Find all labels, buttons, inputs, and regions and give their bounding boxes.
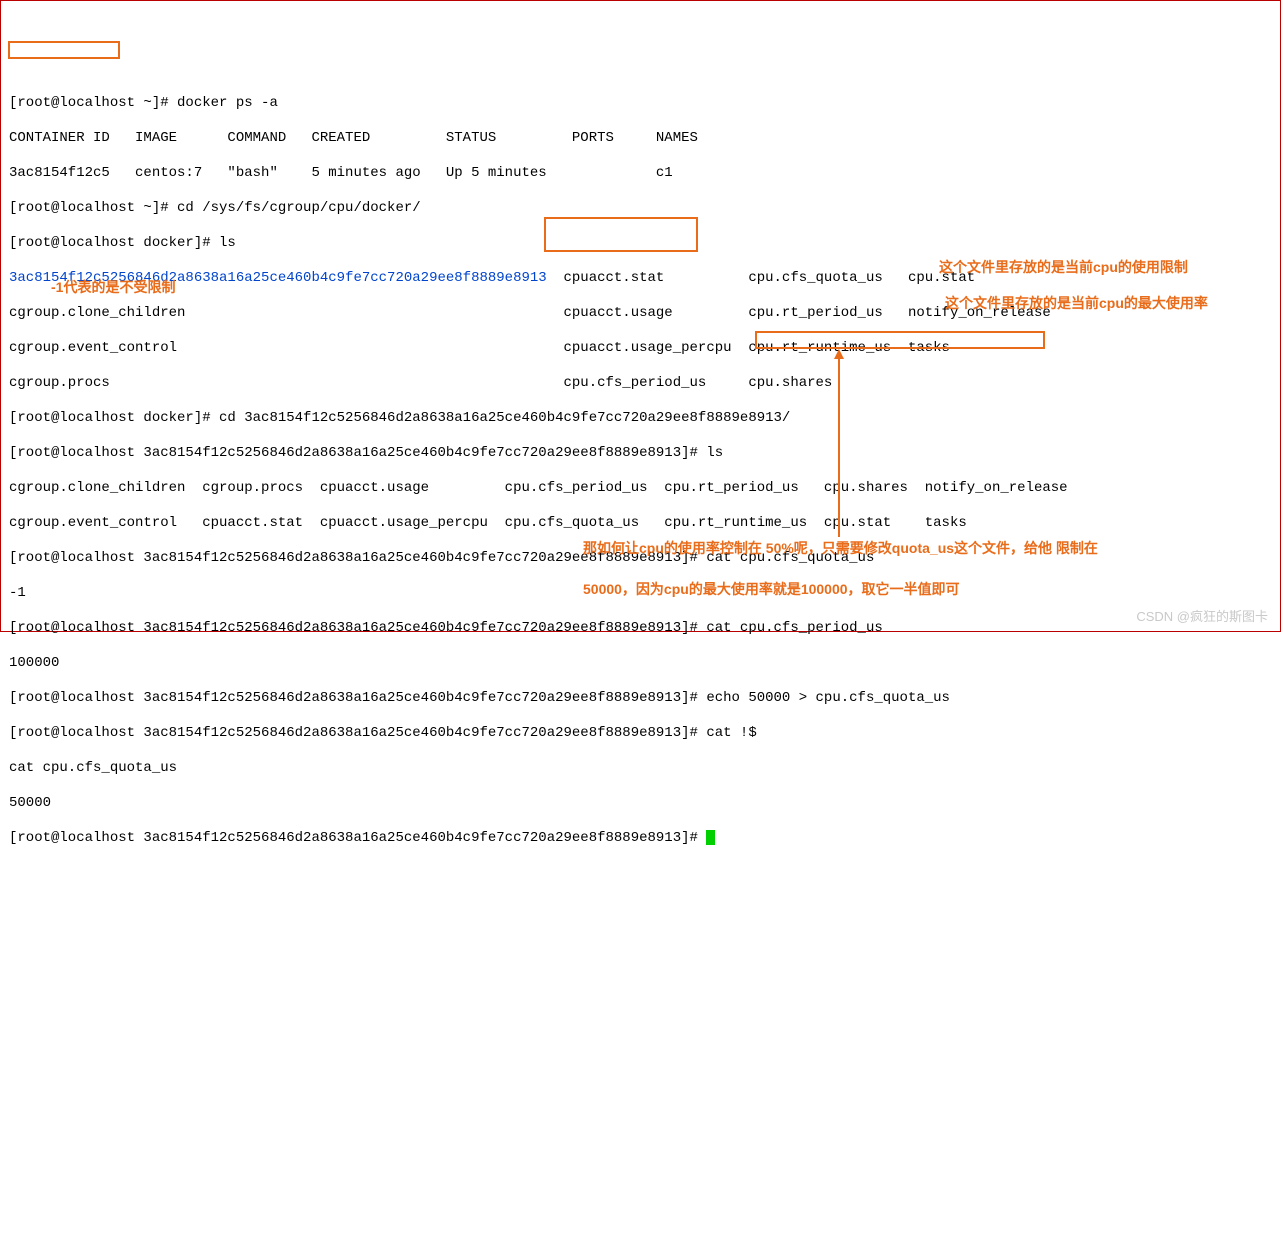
terminal-line: CONTAINER ID IMAGE COMMAND CREATED STATU… xyxy=(9,130,1272,148)
annotation-text: 这个文件里存放的是当前cpu的最大使用率 xyxy=(945,295,1281,313)
arrow-line xyxy=(838,353,840,537)
arrow-head-icon xyxy=(834,349,844,359)
annotation-text: 这个文件里存放的是当前cpu的使用限制 xyxy=(939,259,1279,277)
terminal-line: cgroup.event_control cpuacct.stat cpuacc… xyxy=(9,515,1272,533)
terminal-line: 3ac8154f12c5 centos:7 "bash" 5 minutes a… xyxy=(9,165,1272,183)
terminal-line: [root@localhost 3ac8154f12c5256846d2a863… xyxy=(9,690,1272,708)
terminal-line: cgroup.clone_children cgroup.procs cpuac… xyxy=(9,480,1272,498)
terminal-line: [root@localhost ~]# cd /sys/fs/cgroup/cp… xyxy=(9,200,1272,218)
terminal-line: 100000 xyxy=(9,655,1272,673)
annotation-text: -1代表的是不受限制 xyxy=(51,279,175,297)
terminal-line: [root@localhost ~]# docker ps -a xyxy=(9,95,1272,113)
annotation-text: 那如何让cpu的使用率控制在 50%呢，只需要修改quota_us这个文件，给他… xyxy=(583,540,1281,558)
terminal-line: [root@localhost docker]# cd 3ac8154f12c5… xyxy=(9,410,1272,428)
watermark-text: CSDN @疯狂的斯图卡 xyxy=(1136,609,1268,625)
terminal-prompt[interactable]: [root@localhost 3ac8154f12c5256846d2a863… xyxy=(9,830,1272,848)
terminal-line: 50000 xyxy=(9,795,1272,813)
file-list: cpuacct.stat cpu.cfs_quota_us cpu.stat xyxy=(547,270,975,286)
terminal-line: cgroup.procs cpu.cfs_period_us cpu.share… xyxy=(9,375,1272,393)
terminal-line: [root@localhost docker]# ls xyxy=(9,235,1272,253)
terminal-line: [root@localhost 3ac8154f12c5256846d2a863… xyxy=(9,620,1272,638)
cursor-icon xyxy=(706,830,715,845)
highlight-box-container-id xyxy=(8,41,120,59)
terminal-line: [root@localhost 3ac8154f12c5256846d2a863… xyxy=(9,725,1272,743)
annotation-text: 50000，因为cpu的最大使用率就是100000，取它一半值即可 xyxy=(583,581,1281,599)
terminal-line: cat cpu.cfs_quota_us xyxy=(9,760,1272,778)
terminal-line: cgroup.event_control cpuacct.usage_percp… xyxy=(9,340,1272,358)
terminal-line: [root@localhost 3ac8154f12c5256846d2a863… xyxy=(9,445,1272,463)
